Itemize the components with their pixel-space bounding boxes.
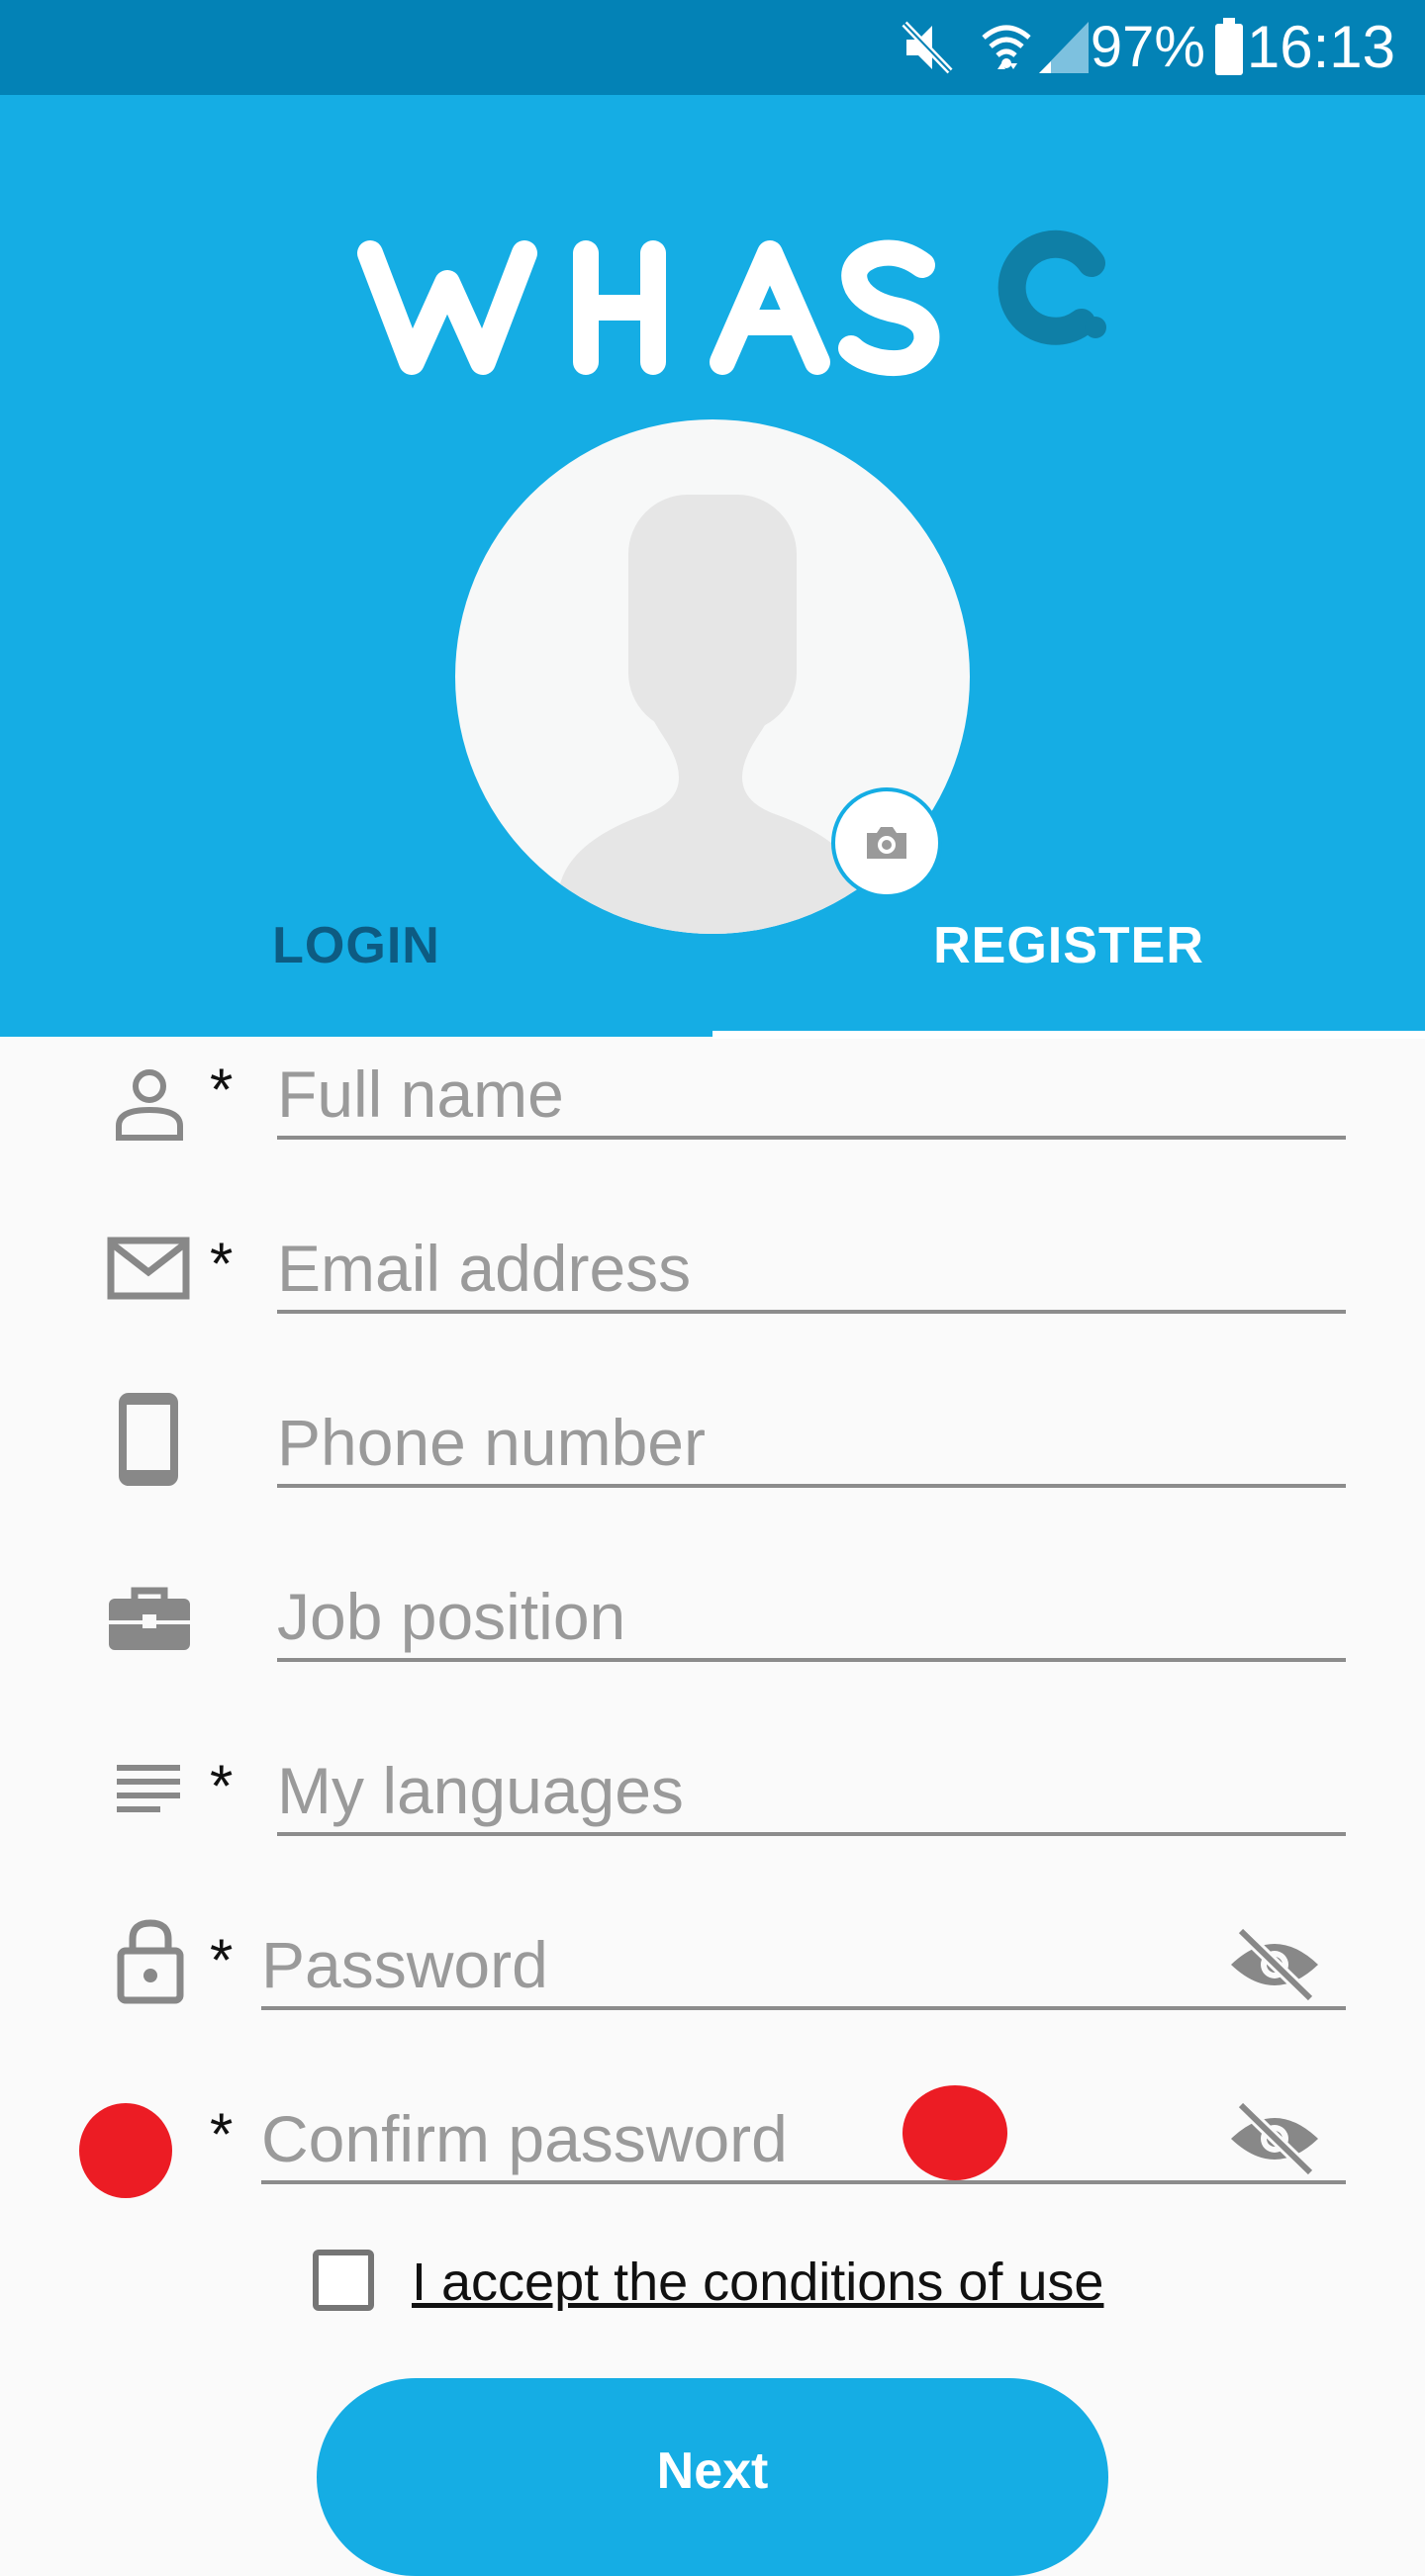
email-row: * <box>0 1221 1425 1395</box>
lock-icon <box>117 1919 184 2004</box>
terms-link[interactable]: I accept the conditions of use <box>412 2252 1103 2313</box>
required-mark: * <box>210 1057 234 1123</box>
required-mark: * <box>210 1753 234 1819</box>
briefcase-icon <box>109 1587 190 1650</box>
mute-icon <box>902 21 953 74</box>
phone-input[interactable] <box>277 1401 1346 1488</box>
red-marker <box>79 2103 172 2198</box>
full-name-row: * <box>0 1047 1425 1221</box>
phone-icon <box>119 1393 178 1486</box>
active-tab-indicator <box>712 1031 1425 1039</box>
signal-icon <box>1039 22 1089 73</box>
required-mark: * <box>210 1927 234 1993</box>
languages-row: * <box>0 1743 1425 1917</box>
confirm-password-row: * <box>0 2091 1425 2265</box>
list-icon <box>117 1765 180 1812</box>
required-mark: * <box>210 1231 234 1297</box>
camera-icon <box>867 827 906 859</box>
red-marker <box>902 2085 1007 2180</box>
email-icon <box>107 1237 190 1300</box>
password-row: * <box>0 1917 1425 2091</box>
confirm-password-input[interactable] <box>261 2097 1346 2184</box>
job-position-input[interactable] <box>277 1575 1346 1662</box>
next-button[interactable]: Next <box>317 2378 1108 2576</box>
full-name-input[interactable] <box>277 1053 1346 1140</box>
required-mark: * <box>210 2101 234 2167</box>
camera-button[interactable] <box>831 787 942 898</box>
battery-icon <box>1215 18 1243 75</box>
languages-input[interactable] <box>277 1749 1346 1836</box>
clock: 16:13 <box>1246 14 1395 80</box>
tab-login[interactable]: LOGIN <box>0 916 712 975</box>
tab-register[interactable]: REGISTER <box>712 916 1425 975</box>
eye-off-icon[interactable] <box>1227 1927 1322 2002</box>
header: LOGIN REGISTER <box>0 95 1425 1039</box>
job-row <box>0 1569 1425 1743</box>
terms-checkbox[interactable] <box>313 2250 374 2311</box>
status-bar: 97% 16:13 <box>0 0 1425 95</box>
password-input[interactable] <box>261 1923 1346 2010</box>
battery-percentage: 97% <box>1090 15 1205 79</box>
phone-row <box>0 1393 1425 1569</box>
person-icon <box>116 1069 183 1141</box>
email-input[interactable] <box>277 1227 1346 1314</box>
wifi-icon <box>982 25 1031 69</box>
eye-off-icon[interactable] <box>1227 2101 1322 2176</box>
next-button-label: Next <box>656 2442 769 2500</box>
whasq-logo <box>357 230 1106 376</box>
